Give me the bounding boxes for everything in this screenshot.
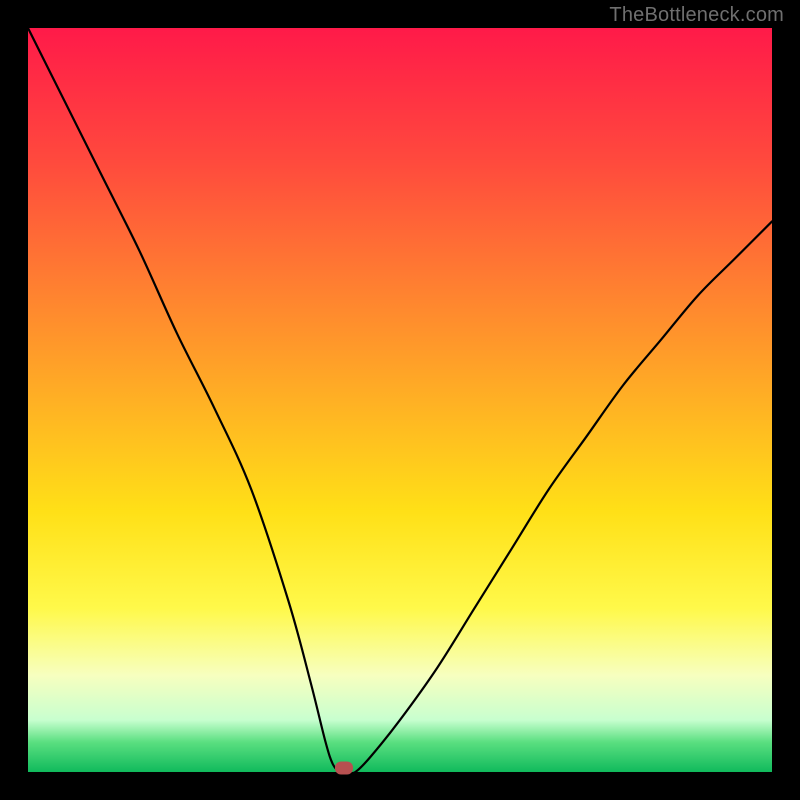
bottleneck-curve bbox=[28, 28, 772, 772]
optimum-marker bbox=[335, 762, 353, 775]
watermark-text: TheBottleneck.com bbox=[609, 4, 784, 27]
chart-frame: TheBottleneck.com bbox=[0, 0, 800, 800]
plot-area bbox=[28, 28, 772, 772]
